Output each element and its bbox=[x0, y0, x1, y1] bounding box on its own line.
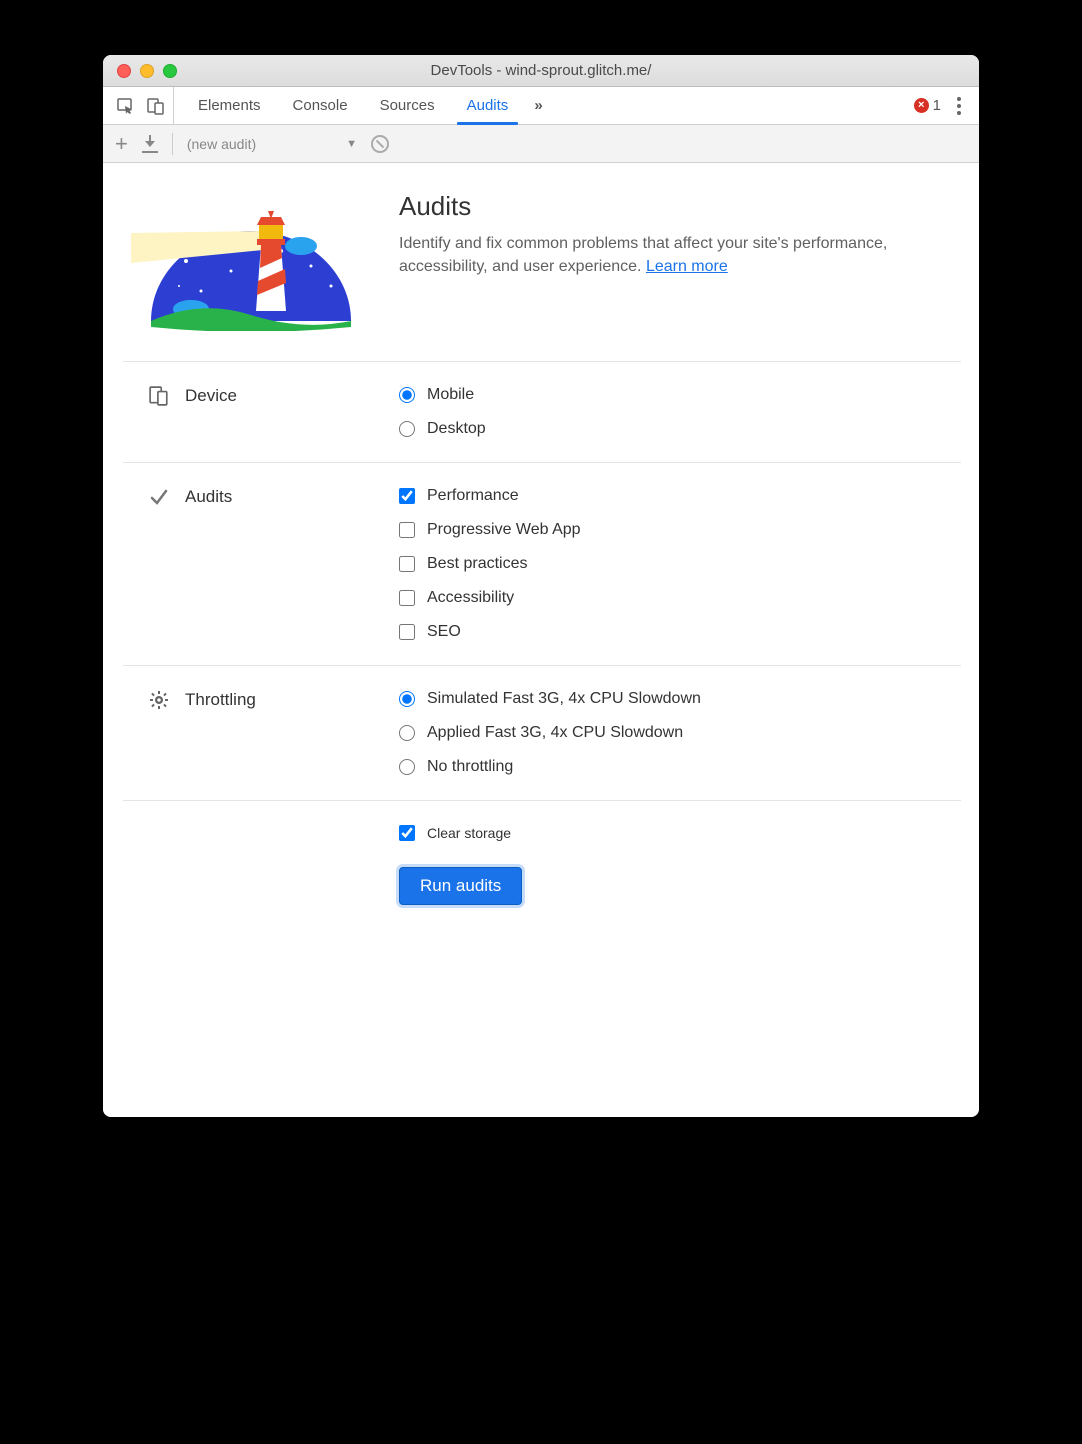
section-title: Device bbox=[185, 386, 237, 406]
option-label: No throttling bbox=[427, 758, 513, 776]
option-label: Accessibility bbox=[427, 589, 514, 607]
audit-option-pwa[interactable]: Progressive Web App bbox=[399, 521, 961, 539]
check-icon bbox=[149, 487, 169, 507]
zoom-window-button[interactable] bbox=[163, 64, 177, 78]
checkbox-input[interactable] bbox=[399, 624, 415, 640]
tab-label: Elements bbox=[198, 97, 261, 114]
devtools-window: DevTools - wind-sprout.glitch.me/ Elemen… bbox=[103, 55, 979, 1117]
run-audits-button[interactable]: Run audits bbox=[399, 867, 522, 905]
devtools-tabs-row: Elements Console Sources Audits » × 1 bbox=[103, 87, 979, 125]
error-count-badge[interactable]: × 1 bbox=[914, 97, 941, 114]
section-device: Device Mobile Desktop bbox=[123, 361, 961, 462]
radio-input[interactable] bbox=[399, 759, 415, 775]
error-icon: × bbox=[914, 98, 929, 113]
audit-selector-dropdown[interactable]: (new audit) ▼ bbox=[187, 136, 357, 152]
tab-console[interactable]: Console bbox=[277, 87, 364, 124]
inspect-element-icon[interactable] bbox=[117, 97, 135, 115]
audit-option-best-practices[interactable]: Best practices bbox=[399, 555, 961, 573]
section-title: Audits bbox=[185, 487, 232, 507]
option-label: Mobile bbox=[427, 386, 474, 404]
panel-description: Identify and fix common problems that af… bbox=[399, 232, 953, 278]
checkbox-input[interactable] bbox=[399, 556, 415, 572]
section-title: Throttling bbox=[185, 690, 256, 710]
tab-label: Audits bbox=[467, 97, 509, 114]
radio-input[interactable] bbox=[399, 421, 415, 437]
chevron-down-icon: ▼ bbox=[346, 138, 357, 150]
tab-label: Sources bbox=[380, 97, 435, 114]
footer-section: Clear storage Run audits bbox=[123, 800, 961, 929]
throttling-option-simulated[interactable]: Simulated Fast 3G, 4x CPU Slowdown bbox=[399, 690, 961, 708]
tab-audits[interactable]: Audits bbox=[451, 87, 525, 124]
section-audits: Audits Performance Progressive Web App B… bbox=[123, 462, 961, 665]
gear-icon bbox=[149, 690, 169, 710]
minimize-window-button[interactable] bbox=[140, 64, 154, 78]
checkbox-input[interactable] bbox=[399, 488, 415, 504]
option-label: Simulated Fast 3G, 4x CPU Slowdown bbox=[427, 690, 701, 708]
tab-sources[interactable]: Sources bbox=[364, 87, 451, 124]
radio-input[interactable] bbox=[399, 725, 415, 741]
intro-section: Audits Identify and fix common problems … bbox=[123, 191, 961, 361]
learn-more-link[interactable]: Learn more bbox=[646, 258, 728, 275]
radio-input[interactable] bbox=[399, 387, 415, 403]
checkbox-input[interactable] bbox=[399, 590, 415, 606]
devtools-settings-menu-icon[interactable] bbox=[953, 93, 965, 119]
audits-toolbar: + (new audit) ▼ bbox=[103, 125, 979, 163]
option-label: Progressive Web App bbox=[427, 521, 581, 539]
devtools-tabs: Elements Console Sources Audits » bbox=[174, 87, 914, 124]
window-controls bbox=[117, 64, 177, 78]
tab-elements[interactable]: Elements bbox=[182, 87, 277, 124]
tab-label: Console bbox=[293, 97, 348, 114]
more-tabs-chevron-icon[interactable]: » bbox=[524, 87, 552, 124]
toggle-device-icon[interactable] bbox=[147, 97, 165, 115]
audits-panel: Audits Identify and fix common problems … bbox=[103, 163, 979, 1117]
error-count: 1 bbox=[933, 97, 941, 114]
option-label: Applied Fast 3G, 4x CPU Slowdown bbox=[427, 724, 683, 742]
radio-input[interactable] bbox=[399, 691, 415, 707]
audit-option-seo[interactable]: SEO bbox=[399, 623, 961, 641]
lighthouse-illustration bbox=[131, 191, 371, 331]
device-option-mobile[interactable]: Mobile bbox=[399, 386, 961, 404]
option-label: Clear storage bbox=[427, 825, 511, 841]
option-label: Desktop bbox=[427, 420, 486, 438]
clear-icon[interactable] bbox=[371, 135, 389, 153]
option-label: SEO bbox=[427, 623, 461, 641]
window-title: DevTools - wind-sprout.glitch.me/ bbox=[103, 62, 979, 79]
checkbox-input[interactable] bbox=[399, 825, 415, 841]
divider bbox=[172, 133, 173, 155]
section-throttling: Throttling Simulated Fast 3G, 4x CPU Slo… bbox=[123, 665, 961, 800]
close-window-button[interactable] bbox=[117, 64, 131, 78]
desc-text: Identify and fix common problems that af… bbox=[399, 235, 887, 275]
panel-title: Audits bbox=[399, 191, 953, 222]
audit-option-performance[interactable]: Performance bbox=[399, 487, 961, 505]
device-option-desktop[interactable]: Desktop bbox=[399, 420, 961, 438]
audit-option-accessibility[interactable]: Accessibility bbox=[399, 589, 961, 607]
clear-storage-option[interactable]: Clear storage bbox=[399, 825, 511, 841]
throttling-option-none[interactable]: No throttling bbox=[399, 758, 961, 776]
download-report-icon[interactable] bbox=[142, 135, 158, 153]
titlebar: DevTools - wind-sprout.glitch.me/ bbox=[103, 55, 979, 87]
option-label: Performance bbox=[427, 487, 519, 505]
checkbox-input[interactable] bbox=[399, 522, 415, 538]
device-icon bbox=[149, 386, 169, 406]
dropdown-label: (new audit) bbox=[187, 136, 256, 152]
option-label: Best practices bbox=[427, 555, 527, 573]
throttling-option-applied[interactable]: Applied Fast 3G, 4x CPU Slowdown bbox=[399, 724, 961, 742]
new-audit-icon[interactable]: + bbox=[115, 133, 128, 155]
